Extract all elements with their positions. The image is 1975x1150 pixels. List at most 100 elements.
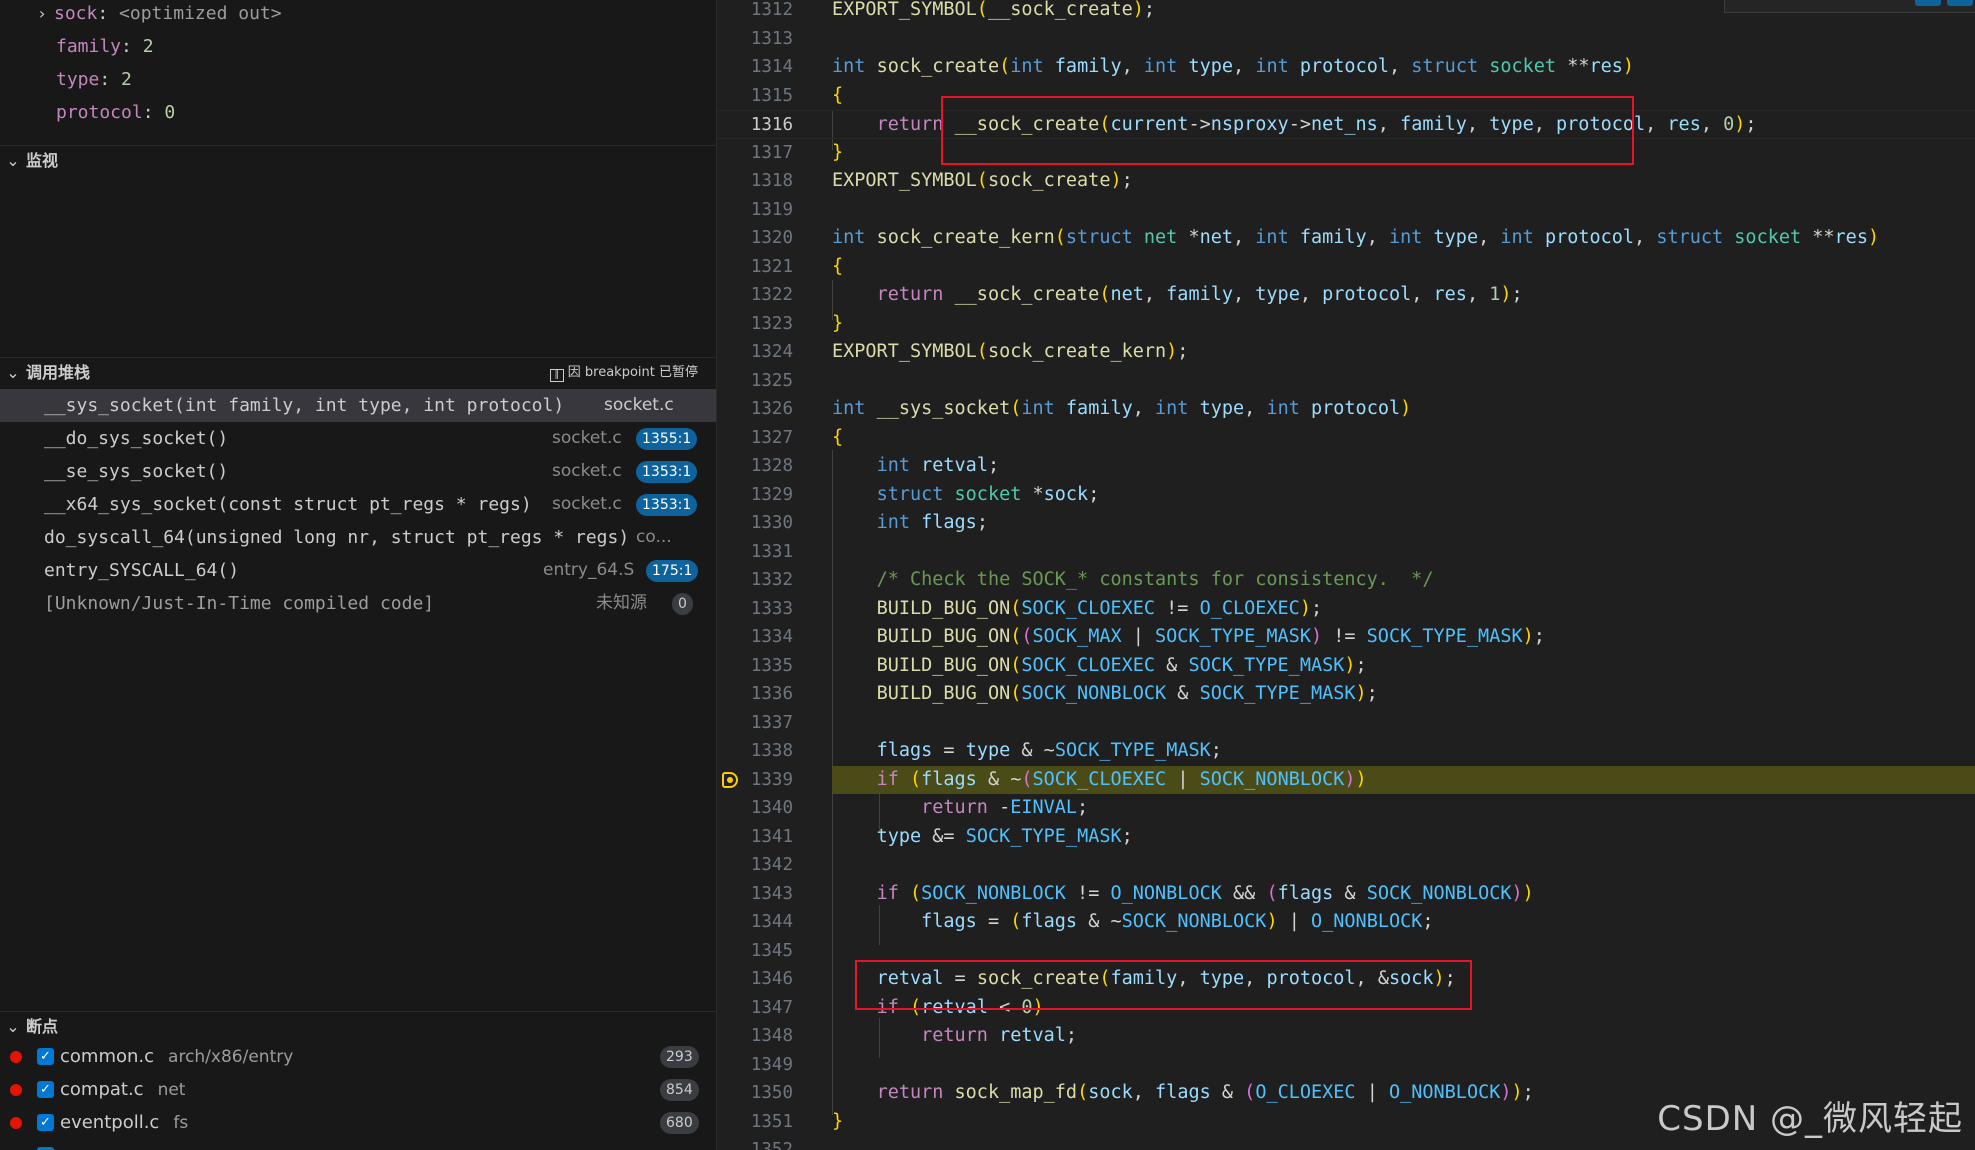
chevron-right-icon[interactable]: › <box>30 0 54 30</box>
stack-frame[interactable]: __sys_socket(int family, int type, int p… <box>0 389 716 422</box>
line-number: 1336 <box>750 684 793 704</box>
variable-row[interactable]: type: 2 <box>56 64 132 96</box>
code-text: } <box>832 312 844 334</box>
breakpoint-item[interactable]: ✓ eventpoll.c fs 680 <box>0 1106 716 1139</box>
code-line[interactable]: 1331 <box>717 538 1975 567</box>
code-line[interactable]: 1321 { <box>717 253 1975 282</box>
code-line[interactable]: 1348 return retval; <box>717 1022 1975 1051</box>
line-number: 1347 <box>750 997 793 1018</box>
debug-sidebar: › sock: <optimized out> family: 2 type: 2… <box>0 0 717 1150</box>
variable-row[interactable]: › sock: <optimized out> <box>30 0 281 30</box>
code-line[interactable]: 1334 BUILD_BUG_ON((SOCK_MAX | SOCK_TYPE_… <box>717 623 1975 652</box>
line-number: 1348 <box>750 1026 793 1046</box>
code-text: { <box>832 255 844 277</box>
line-number: 1346 <box>750 969 793 989</box>
line-number: 1323 <box>750 313 793 334</box>
line-badge: 1355:1 <box>636 428 698 450</box>
hit-count-badge: 854 <box>660 1079 699 1101</box>
line-number: 1329 <box>750 484 793 505</box>
code-line[interactable]: 1322 return __sock_create(net, family, t… <box>717 281 1975 310</box>
code-line[interactable]: 1349 <box>717 1051 1975 1080</box>
paused-status: ‖ 因 breakpoint 已暂停 <box>549 358 698 388</box>
code-text: { <box>832 84 844 106</box>
code-text: if (flags & ~(SOCK_CLOEXEC | SOCK_NONBLO… <box>876 768 1367 790</box>
code-line[interactable]: 1343 if (SOCK_NONBLOCK != O_NONBLOCK && … <box>717 880 1975 909</box>
line-number: 1319 <box>750 199 793 220</box>
breakpoint-item[interactable]: ✓ <box>0 1139 716 1150</box>
breakpoints-section-header[interactable]: ⌄ 断点 <box>0 1012 716 1042</box>
code-line[interactable]: 1340 return -EINVAL; <box>717 794 1975 823</box>
line-number: 1344 <box>750 912 793 932</box>
line-number: 1317 <box>750 142 793 163</box>
code-line[interactable]: 1335 BUILD_BUG_ON(SOCK_CLOEXEC & SOCK_TY… <box>717 652 1975 681</box>
watch-section-header[interactable]: ⌄ 监视 <box>0 146 716 176</box>
code-text: flags = (flags & ~SOCK_NONBLOCK) | O_NON… <box>921 911 1434 932</box>
code-line[interactable]: 1338 flags = type & ~SOCK_TYPE_MASK; <box>717 737 1975 766</box>
code-line[interactable]: 1324 EXPORT_SYMBOL(sock_create_kern); <box>717 338 1975 367</box>
code-line[interactable]: 1328 int retval; <box>717 452 1975 481</box>
breakpoint-checkbox[interactable]: ✓ <box>37 1048 54 1065</box>
line-number: 1334 <box>750 627 793 647</box>
variable-row[interactable]: protocol: 0 <box>56 97 175 129</box>
breakpoint-item[interactable]: ✓ compat.c net 854 <box>0 1073 716 1106</box>
line-number: 1337 <box>750 712 793 733</box>
code-line[interactable]: 1320 int sock_create_kern(struct net *net… <box>717 224 1975 253</box>
code-line[interactable]: 1330 int flags; <box>717 509 1975 538</box>
breakpoint-dot-icon <box>10 1051 22 1063</box>
code-line[interactable]: 1341 type &= SOCK_TYPE_MASK; <box>717 823 1975 852</box>
code-line[interactable]: 1312 EXPORT_SYMBOL(__sock_create); <box>717 0 1975 25</box>
breakpoint-dot-icon <box>10 1084 22 1096</box>
code-line[interactable]: 1325 <box>717 367 1975 396</box>
variable-row[interactable]: family: 2 <box>56 31 154 63</box>
line-number: 1338 <box>750 741 793 761</box>
breakpoint-checkbox[interactable]: ✓ <box>37 1081 54 1098</box>
line-number: 1328 <box>750 456 793 476</box>
code-line[interactable]: 1333 BUILD_BUG_ON(SOCK_CLOEXEC != O_CLOE… <box>717 595 1975 624</box>
chevron-down-icon: ⌄ <box>6 1017 20 1036</box>
code-line[interactable]: 1339 if (flags & ~(SOCK_CLOEXEC | SOCK_N… <box>717 765 1975 794</box>
code-text: EXPORT_SYMBOL(__sock_create); <box>832 0 1156 20</box>
code-text: struct socket *sock; <box>876 483 1100 505</box>
code-editor[interactable]: 1312 EXPORT_SYMBOL(__sock_create); 1313 131… <box>717 0 1975 1150</box>
code-line[interactable]: 1313 <box>717 25 1975 54</box>
code-line[interactable]: 1342 <box>717 851 1975 880</box>
line-number: 1349 <box>750 1054 793 1075</box>
code-line[interactable]: 1332 /* Check the SOCK_* constants for c… <box>717 566 1975 595</box>
code-text: if (SOCK_NONBLOCK != O_NONBLOCK && (flag… <box>876 882 1534 904</box>
chevron-down-icon: ⌄ <box>6 151 20 170</box>
code-line[interactable]: 1327 { <box>717 424 1975 453</box>
stack-frame[interactable]: entry_SYSCALL_64() entry_64.S 175:1 <box>0 554 716 587</box>
code-line[interactable]: 1337 <box>717 709 1975 738</box>
breakpoint-dot-icon <box>10 1117 22 1129</box>
code-text: int flags; <box>876 512 988 533</box>
code-line[interactable]: 1318 EXPORT_SYMBOL(sock_create); <box>717 167 1975 196</box>
breakpoint-checkbox[interactable]: ✓ <box>37 1114 54 1131</box>
line-number: 1318 <box>750 171 793 191</box>
breakpoint-item[interactable]: ✓ common.c arch/x86/entry 293 <box>0 1040 716 1073</box>
code-line[interactable]: 1326 int __sys_socket(int family, int typ… <box>717 395 1975 424</box>
hit-count-badge: 293 <box>660 1046 699 1068</box>
line-number: 1327 <box>750 427 793 448</box>
code-line[interactable]: 1323} <box>717 310 1975 339</box>
stack-frame[interactable]: __do_sys_socket() socket.c 1355:1 <box>0 422 716 455</box>
watermark: CSDN @_微风轻起 <box>1657 1099 1963 1139</box>
code-line[interactable]: 1336 BUILD_BUG_ON(SOCK_NONBLOCK & SOCK_T… <box>717 680 1975 709</box>
code-text: BUILD_BUG_ON((SOCK_MAX | SOCK_TYPE_MASK)… <box>876 626 1545 647</box>
annotation-box <box>941 96 1634 165</box>
code-line[interactable]: 1319 <box>717 196 1975 225</box>
code-text: flags = type & ~SOCK_TYPE_MASK; <box>876 740 1222 761</box>
stack-frame[interactable]: __se_sys_socket() socket.c 1353:1 <box>0 455 716 488</box>
line-number: 1316 <box>750 115 793 135</box>
stack-frame[interactable]: [Unknown/Just-In-Time compiled code] 未知源… <box>0 587 716 620</box>
line-number: 1339 <box>750 769 793 790</box>
code-text: return sock_map_fd(sock, flags & (O_CLOE… <box>876 1082 1534 1103</box>
callstack-section-header[interactable]: ⌄ 调用堆栈 ‖ 因 breakpoint 已暂停 <box>0 358 716 388</box>
code-line[interactable]: 1314 int sock_create(int family, int type… <box>717 53 1975 82</box>
stack-frame[interactable]: do_syscall_64(unsigned long nr, struct p… <box>0 521 716 554</box>
line-badge: 175:1 <box>646 560 699 582</box>
code-line[interactable]: 1329 struct socket *sock; <box>717 481 1975 510</box>
code-line[interactable]: 1344 flags = (flags & ~SOCK_NONBLOCK) | … <box>717 908 1975 937</box>
stack-frame[interactable]: __x64_sys_socket(const struct pt_regs * … <box>0 488 716 521</box>
line-number: 1314 <box>750 57 793 77</box>
line-number: 1324 <box>750 342 793 362</box>
